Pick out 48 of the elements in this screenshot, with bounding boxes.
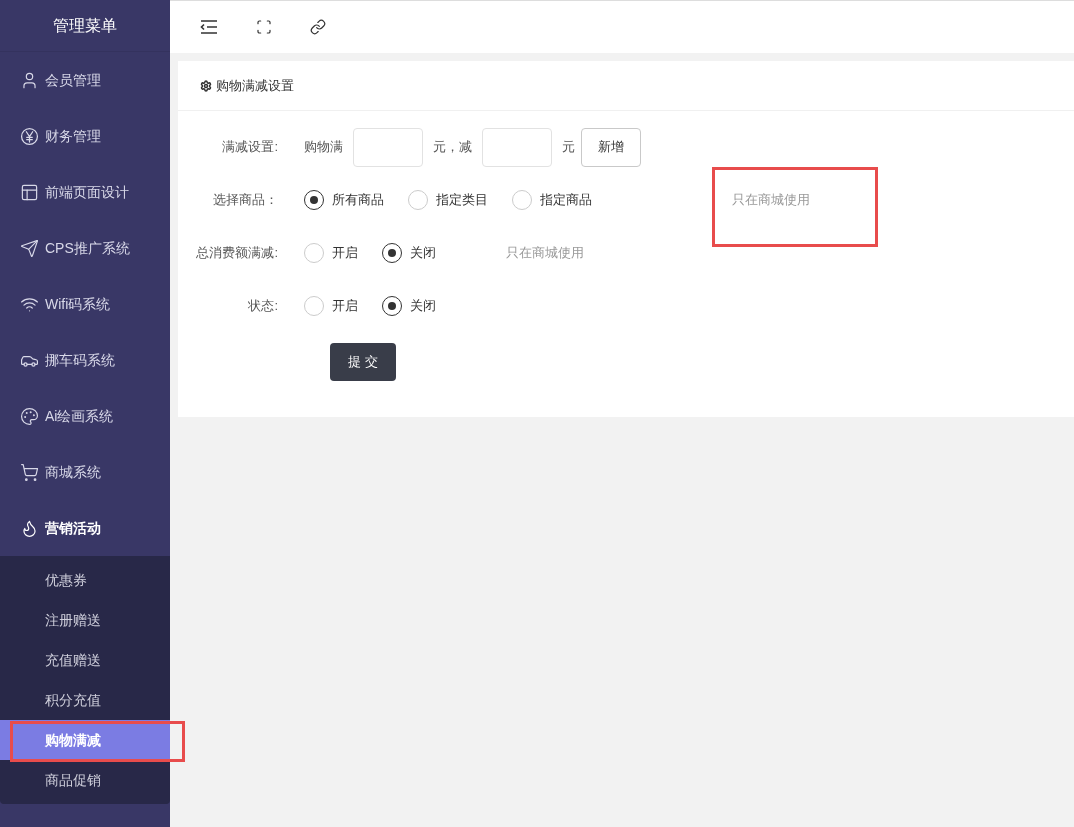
form-label: 状态: <box>248 297 278 316</box>
form-label: 总消费额满减: <box>196 244 278 263</box>
sidebar-item[interactable]: 挪车码系统 <box>0 332 170 388</box>
radio-label[interactable]: 指定类目 <box>436 190 488 210</box>
radio-label[interactable]: 指定商品 <box>540 190 592 210</box>
radio-label[interactable]: 关闭 <box>410 243 436 263</box>
flame-icon <box>20 518 39 538</box>
form-label: 选择商品： <box>213 191 278 210</box>
amount-input[interactable] <box>353 127 423 167</box>
sidebar-item[interactable]: 财务管理 <box>0 108 170 164</box>
submenu-item[interactable]: 注册赠送 <box>0 600 170 640</box>
sidebar-item[interactable]: 会员管理 <box>0 52 170 108</box>
text-label: 元 <box>562 138 575 157</box>
submenu-item[interactable]: 充值赠送 <box>0 640 170 680</box>
radio-label[interactable]: 开启 <box>332 296 358 316</box>
submenu-item[interactable]: 购物满减 <box>0 720 170 760</box>
submenu-item[interactable]: 积分充值 <box>0 680 170 720</box>
sidebar-item[interactable]: CPS推广系统 <box>0 220 170 276</box>
sidebar-item[interactable]: Wifi码系统 <box>0 276 170 332</box>
amount-input[interactable] <box>482 127 552 167</box>
gear-icon <box>200 79 212 92</box>
hint-text: 只在商城使用 <box>732 191 810 210</box>
add-button[interactable]: 新增 <box>581 127 641 167</box>
sidebar-title: 管理菜单 <box>53 15 117 36</box>
link-icon[interactable] <box>310 19 326 35</box>
card-title: 购物满减设置 <box>216 76 294 95</box>
submenu-item[interactable]: 优惠券 <box>0 560 170 600</box>
user-icon <box>20 70 39 90</box>
window-icon <box>20 182 39 202</box>
text-label: 购物满 <box>304 138 343 157</box>
paper-plane-icon <box>20 238 39 258</box>
cart-icon <box>20 462 39 482</box>
hint-text: 只在商城使用 <box>506 244 584 263</box>
radio-label[interactable]: 开启 <box>332 243 358 263</box>
submit-button[interactable]: 提 交 <box>330 343 396 381</box>
menu-collapse-icon[interactable] <box>200 20 218 34</box>
fullscreen-icon[interactable] <box>256 19 272 35</box>
form-label: 满减设置: <box>222 138 278 157</box>
sidebar-item[interactable]: 前端页面设计 <box>0 164 170 220</box>
sidebar-item[interactable]: Ai绘画系统 <box>0 388 170 444</box>
submenu-item[interactable]: 商品促销 <box>0 760 170 800</box>
sidebar-item[interactable]: 营销活动 <box>0 500 170 556</box>
radio-label[interactable]: 关闭 <box>410 296 436 316</box>
palette-icon <box>20 406 39 426</box>
radio-label[interactable]: 所有商品 <box>332 190 384 210</box>
yen-icon <box>20 126 39 146</box>
text-label: 元，减 <box>433 138 472 157</box>
sidebar-item[interactable]: 商城系统 <box>0 444 170 500</box>
